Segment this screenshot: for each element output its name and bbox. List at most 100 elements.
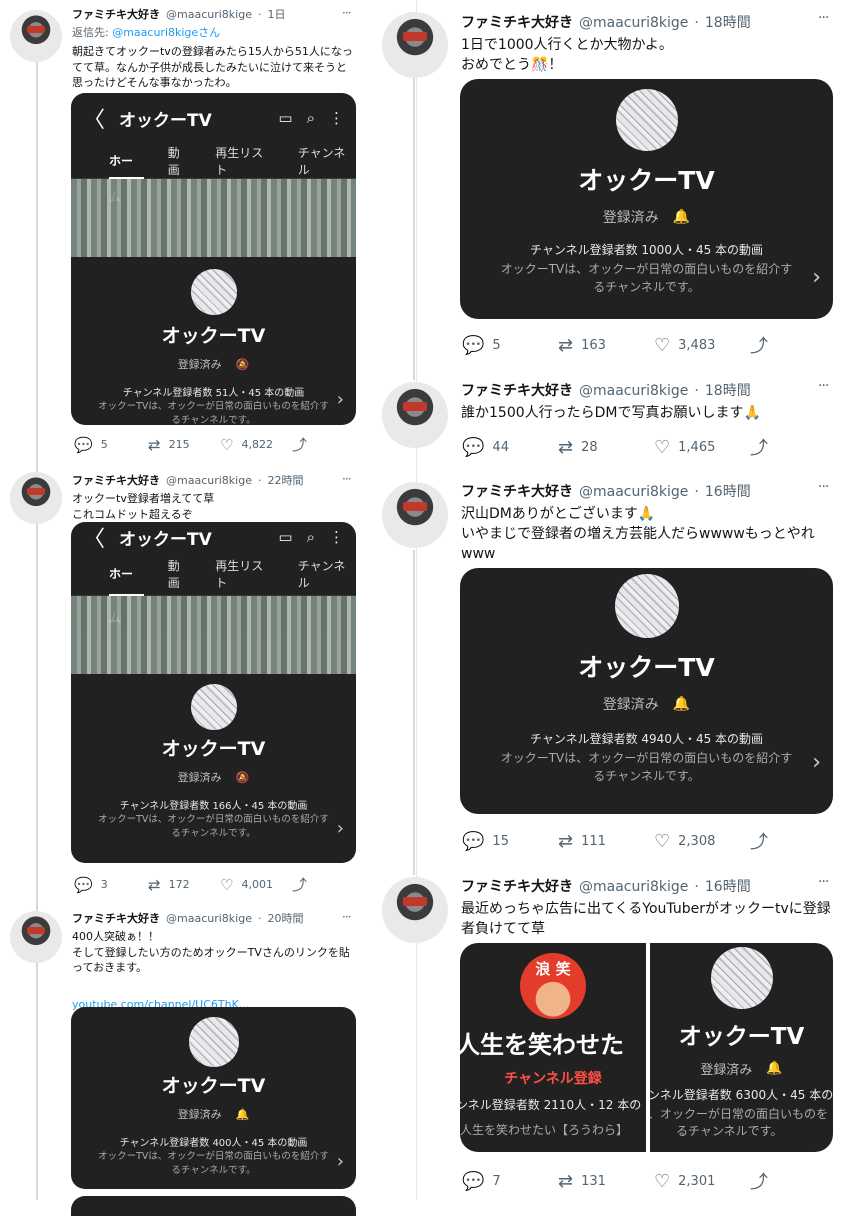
chevron-right-icon[interactable]: › xyxy=(337,389,344,410)
handle[interactable]: @maacuri8kige xyxy=(579,879,688,895)
subscribed-label[interactable]: 登録済み xyxy=(603,207,659,227)
timestamp[interactable]: 16時間 xyxy=(705,481,751,501)
youtube-channel-card[interactable]: オックーTV 登録済み 🔔 チャンネル登録者数 4940人・45 本の動画 オック… xyxy=(460,568,833,814)
share-button[interactable]: ⤴ xyxy=(750,434,768,460)
more-icon[interactable]: ··· xyxy=(818,479,829,495)
display-name[interactable]: ファミチキ大好き xyxy=(72,6,160,22)
avatar[interactable] xyxy=(382,382,448,448)
back-icon[interactable]: 〈 xyxy=(83,102,105,134)
bell-icon[interactable]: 🔔 xyxy=(236,1108,250,1121)
tab-home[interactable]: ホーム xyxy=(109,552,144,625)
bell-off-icon[interactable]: 🔕 xyxy=(236,771,250,784)
subscribed-label[interactable]: 登録済み xyxy=(700,1059,752,1078)
retweet-button[interactable]: ⇄ 131 xyxy=(558,1171,654,1192)
retweet-button[interactable]: ⇄ 28 xyxy=(558,437,654,458)
youtube-channel-card[interactable]: 〈 オックーTV ▭ ⌕ ⋮ ホーム 動画 再生リスト チャンネル オックーTV… xyxy=(71,522,356,863)
like-button[interactable]: ♡ 1,465 xyxy=(654,437,750,458)
cast-icon[interactable]: ▭ xyxy=(278,528,292,546)
timestamp[interactable]: 1日 xyxy=(267,6,285,22)
subscribed-label[interactable]: 登録済み xyxy=(178,356,222,372)
timestamp[interactable]: 16時間 xyxy=(705,876,751,896)
display-name[interactable]: ファミチキ大好き xyxy=(72,472,160,488)
display-name[interactable]: ファミチキ大好き xyxy=(461,481,573,501)
more-icon[interactable]: ··· xyxy=(342,6,352,20)
timestamp[interactable]: 22時間 xyxy=(267,472,303,488)
retweet-button[interactable]: ⇄ 163 xyxy=(558,335,654,356)
handle[interactable]: @maacuri8kige xyxy=(579,484,688,500)
share-button[interactable]: ⤴ xyxy=(292,434,307,455)
display-name[interactable]: ファミチキ大好き xyxy=(461,876,573,896)
share-button[interactable]: ⤴ xyxy=(750,332,768,358)
menu-icon[interactable]: ⋮ xyxy=(329,109,344,127)
tab-videos[interactable]: 動画 xyxy=(168,557,191,591)
reply-button[interactable]: 💬 5 xyxy=(462,335,558,356)
bell-off-icon[interactable]: 🔕 xyxy=(236,358,250,371)
avatar[interactable] xyxy=(10,911,62,963)
more-icon[interactable]: ··· xyxy=(342,910,352,924)
youtube-channel-card[interactable]: オックーTV 登録済み 🔔 チャンネル登録者数 400人・45 本の動画 オックー… xyxy=(71,1007,356,1189)
like-button[interactable]: ♡ 2,301 xyxy=(654,1171,750,1192)
bell-icon[interactable]: 🔔 xyxy=(673,696,690,712)
more-icon[interactable]: ··· xyxy=(818,378,829,394)
tab-videos[interactable]: 動画 xyxy=(168,144,191,178)
retweet-button[interactable]: ⇄ 215 xyxy=(148,436,220,454)
subscribed-label[interactable]: 登録済み xyxy=(178,769,222,785)
subscribed-label[interactable]: 登録済み xyxy=(603,694,659,714)
tab-playlists[interactable]: 再生リスト xyxy=(215,557,274,591)
like-button[interactable]: ♡ 4,001 xyxy=(220,876,292,894)
handle[interactable]: @maacuri8kige xyxy=(579,15,688,31)
display-name[interactable]: ファミチキ大好き xyxy=(461,12,573,32)
reply-button[interactable]: 💬 5 xyxy=(74,436,148,454)
avatar[interactable] xyxy=(382,482,448,548)
chevron-right-icon[interactable]: › xyxy=(812,750,821,775)
reply-button[interactable]: 💬 44 xyxy=(462,437,558,458)
handle[interactable]: @maacuri8kige xyxy=(166,912,252,925)
avatar[interactable] xyxy=(10,472,62,524)
menu-icon[interactable]: ⋮ xyxy=(329,528,344,546)
share-button[interactable]: ⤴ xyxy=(750,1168,768,1194)
more-icon[interactable]: ··· xyxy=(342,472,352,486)
bell-icon[interactable]: 🔔 xyxy=(673,209,690,225)
timestamp[interactable]: 18時間 xyxy=(705,12,751,32)
handle[interactable]: @maacuri8kige xyxy=(579,383,688,399)
share-button[interactable]: ⤴ xyxy=(292,874,307,895)
reply-button[interactable]: 💬 15 xyxy=(462,831,558,852)
retweet-button[interactable]: ⇄ 111 xyxy=(558,831,654,852)
more-icon[interactable]: ··· xyxy=(818,874,829,890)
timestamp[interactable]: 20時間 xyxy=(267,910,303,926)
avatar[interactable] xyxy=(10,10,62,62)
like-button[interactable]: ♡ 3,483 xyxy=(654,335,750,356)
reply-button[interactable]: 💬 7 xyxy=(462,1171,558,1192)
chevron-right-icon[interactable]: › xyxy=(812,265,821,290)
handle[interactable]: @maacuri8kige xyxy=(166,8,252,21)
chevron-right-icon[interactable]: › xyxy=(337,1151,344,1172)
tab-playlists[interactable]: 再生リスト xyxy=(215,144,274,178)
bell-icon[interactable]: 🔔 xyxy=(766,1061,782,1076)
back-icon[interactable]: 〈 xyxy=(83,522,105,553)
timestamp[interactable]: 18時間 xyxy=(705,380,751,400)
youtube-channel-card[interactable]: オックーTV 登録済み 🔔 チャンネル登録者数 1000人・45 本の動画 オック… xyxy=(460,79,833,319)
like-button[interactable]: ♡ 4,822 xyxy=(220,436,292,454)
search-icon[interactable]: ⌕ xyxy=(307,528,315,546)
comparison-card[interactable]: 浪 笑 人生を笑わせた チャンネル登録 ンネル登録者数 2110人・12 本の … xyxy=(460,943,833,1152)
retweet-button[interactable]: ⇄ 172 xyxy=(148,876,220,894)
tab-channels[interactable]: チャンネル xyxy=(298,557,356,591)
youtube-channel-card[interactable]: 〈 オックーTV ▭ ⌕ ⋮ ホーム 動画 再生リスト チャンネル オックーTV… xyxy=(71,93,356,425)
avatar[interactable] xyxy=(382,12,448,78)
reply-button[interactable]: 💬 3 xyxy=(74,876,148,894)
tab-channels[interactable]: チャンネル xyxy=(298,144,356,178)
subscribed-label[interactable]: 登録済み xyxy=(178,1106,222,1122)
tab-home[interactable]: ホーム xyxy=(109,143,144,204)
share-button[interactable]: ⤴ xyxy=(750,828,768,854)
display-name[interactable]: ファミチキ大好き xyxy=(72,910,160,926)
chevron-right-icon[interactable]: › xyxy=(337,818,344,839)
search-icon[interactable]: ⌕ xyxy=(307,109,315,127)
avatar[interactable] xyxy=(382,877,448,943)
reply-to-link[interactable]: @maacuri8kige xyxy=(112,26,198,39)
subscribe-button[interactable]: チャンネル登録 xyxy=(460,1068,646,1088)
cast-icon[interactable]: ▭ xyxy=(278,109,292,127)
display-name[interactable]: ファミチキ大好き xyxy=(461,380,573,400)
handle[interactable]: @maacuri8kige xyxy=(166,474,252,487)
like-button[interactable]: ♡ 2,308 xyxy=(654,831,750,852)
more-icon[interactable]: ··· xyxy=(818,10,829,26)
